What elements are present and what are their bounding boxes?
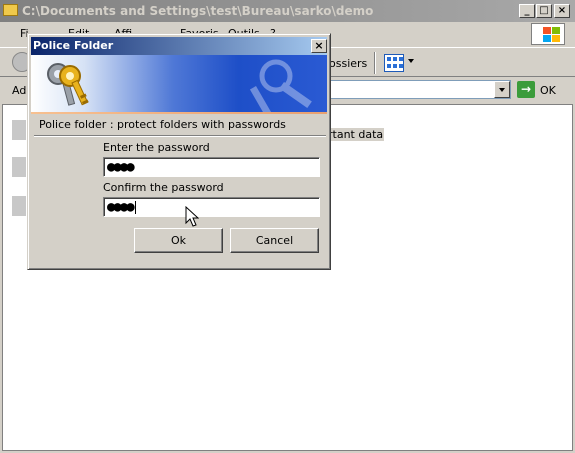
dialog-title: Police Folder	[33, 39, 114, 52]
dialog-titlebar[interactable]: Police Folder ×	[31, 37, 327, 55]
mouse-cursor-icon	[185, 206, 199, 227]
divider	[34, 135, 326, 137]
maximize-button[interactable]: □	[536, 4, 552, 18]
list-item[interactable]	[12, 196, 26, 216]
explorer-title: C:\Documents and Settings\test\Bureau\sa…	[22, 4, 374, 18]
views-icon[interactable]	[384, 54, 404, 72]
police-folder-dialog: Police Folder × Police folder : protect …	[27, 33, 331, 270]
address-input[interactable]	[327, 80, 511, 99]
dialog-description: Police folder : protect folders with pas…	[39, 118, 286, 131]
minimize-button[interactable]: _	[519, 4, 535, 18]
text-caret	[134, 200, 136, 214]
toolbar-separator	[374, 52, 376, 74]
keys-watermark-icon	[249, 59, 312, 112]
confirm-password-label: Confirm the password	[103, 181, 224, 194]
list-item[interactable]	[12, 157, 26, 177]
confirm-password-value: ●●●●	[107, 199, 135, 215]
banner-divider	[31, 112, 327, 114]
chevron-down-icon[interactable]	[408, 59, 414, 63]
password-value: ●●●●	[107, 159, 135, 175]
go-button[interactable]: OK	[540, 84, 556, 97]
folders-button[interactable]: ossiers	[329, 57, 367, 70]
keys-icon	[47, 63, 89, 106]
ok-button[interactable]: Ok	[134, 228, 223, 253]
folder-icon	[3, 4, 18, 16]
close-button[interactable]: ×	[554, 4, 570, 18]
dialog-close-button[interactable]: ×	[311, 39, 327, 53]
file-name[interactable]: rtant data	[327, 128, 385, 141]
explorer-titlebar[interactable]: C:\Documents and Settings\test\Bureau\sa…	[0, 0, 575, 22]
list-item[interactable]	[12, 120, 26, 140]
password-field[interactable]: ●●●●	[103, 157, 320, 177]
cancel-button[interactable]: Cancel	[230, 228, 319, 253]
go-arrow-icon[interactable]: →	[517, 81, 535, 98]
confirm-password-field[interactable]: ●●●●	[103, 197, 320, 217]
windows-logo-icon	[531, 23, 565, 45]
password-label: Enter the password	[103, 141, 210, 154]
address-dropdown-button[interactable]	[494, 81, 510, 98]
